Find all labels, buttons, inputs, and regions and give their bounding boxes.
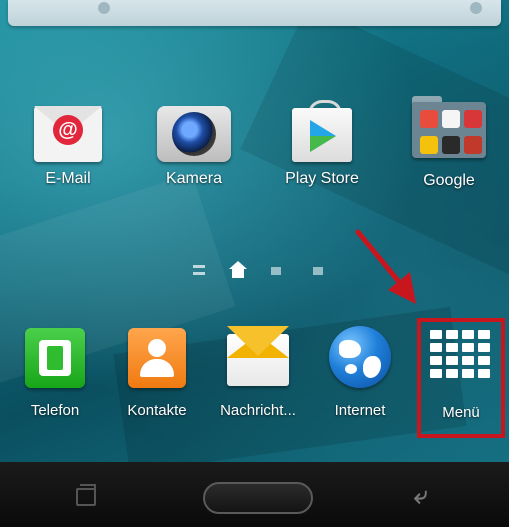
red-arrow-annotation bbox=[355, 229, 416, 304]
app-label: Kontakte bbox=[127, 402, 187, 419]
recent-apps-icon[interactable] bbox=[76, 484, 96, 506]
app-messages[interactable]: Nachricht... bbox=[208, 326, 308, 419]
phone-icon bbox=[25, 328, 85, 388]
contacts-icon bbox=[128, 328, 186, 388]
app-contacts[interactable]: Kontakte bbox=[107, 328, 207, 419]
app-phone[interactable]: Telefon bbox=[5, 328, 105, 419]
home-button[interactable] bbox=[203, 482, 313, 514]
app-label: Internet bbox=[334, 402, 386, 419]
app-google-folder[interactable]: Google bbox=[399, 96, 499, 190]
app-label: Kamera bbox=[165, 170, 223, 187]
app-play-store[interactable]: Play Store bbox=[272, 100, 372, 188]
mic-icon bbox=[470, 2, 482, 14]
email-icon: @ bbox=[34, 106, 102, 162]
navigation-bar: ⤶ bbox=[0, 462, 509, 527]
app-label: Telefon bbox=[30, 402, 80, 419]
app-internet[interactable]: Internet bbox=[310, 326, 410, 419]
google-search-widget[interactable] bbox=[8, 0, 501, 26]
page-dot bbox=[271, 267, 281, 275]
app-email[interactable]: @ E-Mail bbox=[18, 106, 118, 188]
app-label: Menü bbox=[442, 404, 480, 421]
internet-icon bbox=[329, 326, 391, 388]
google-folder-icon bbox=[412, 96, 486, 158]
app-camera[interactable]: Kamera bbox=[144, 106, 244, 188]
camera-icon bbox=[157, 106, 231, 162]
messages-icon bbox=[227, 326, 289, 386]
page-indicator bbox=[185, 257, 335, 283]
search-icon bbox=[98, 2, 110, 14]
home-screen: @ E-Mail Kamera Play Store Google Telefo… bbox=[0, 0, 509, 462]
page-indicator-lines bbox=[193, 265, 205, 275]
home-page-icon bbox=[229, 261, 247, 279]
page-dot bbox=[313, 267, 323, 275]
app-label: Nachricht... bbox=[220, 402, 296, 419]
play-store-icon bbox=[290, 100, 354, 162]
apps-grid-icon bbox=[430, 330, 492, 386]
app-label: Google bbox=[423, 172, 475, 189]
app-label: Play Store bbox=[285, 170, 359, 187]
back-icon[interactable]: ⤶ bbox=[414, 484, 427, 508]
app-menu[interactable]: Menü bbox=[411, 330, 509, 421]
app-label: E-Mail bbox=[45, 170, 91, 187]
